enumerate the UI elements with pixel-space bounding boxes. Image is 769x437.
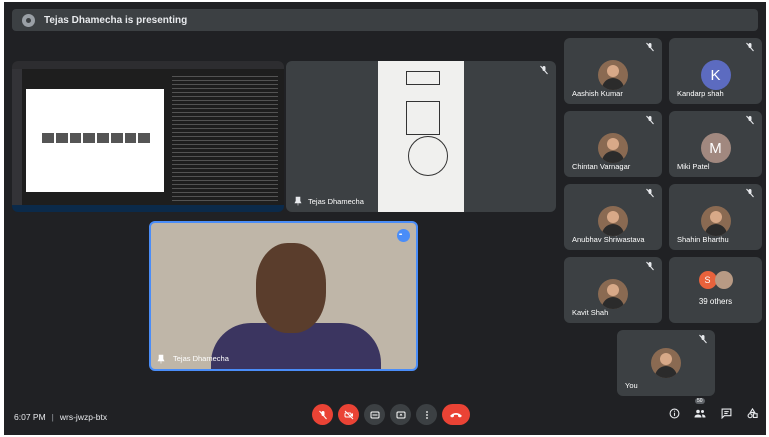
avatar xyxy=(598,60,628,90)
avatar: M xyxy=(700,133,731,163)
end-call-icon[interactable] xyxy=(442,404,470,425)
separator: | xyxy=(51,412,54,422)
mic-off-icon xyxy=(697,334,709,346)
video-off-icon[interactable] xyxy=(338,404,359,425)
presenter-name: Tejas Dhamecha xyxy=(308,197,364,206)
avatar: K xyxy=(700,60,731,90)
meeting-code[interactable]: wrs-jwzp-btx xyxy=(60,412,107,422)
mic-off-icon xyxy=(644,42,656,54)
info-icon[interactable] xyxy=(666,405,682,421)
side-controls: 50 xyxy=(666,398,760,421)
participant-tile[interactable]: Anubhav Shriwastava xyxy=(564,184,662,250)
meeting-details: 6:07 PM | wrs-jwzp-btx xyxy=(14,412,107,422)
mic-off-icon xyxy=(744,188,756,200)
mic-off-icon xyxy=(644,261,656,273)
others-count: 39 others xyxy=(698,297,733,306)
mic-off-icon xyxy=(644,188,656,200)
more-options-icon[interactable] xyxy=(397,229,410,242)
shared-screen-sidebar xyxy=(12,69,22,205)
mic-off-icon xyxy=(744,42,756,54)
avatar xyxy=(714,271,733,289)
others-avatars: S xyxy=(698,271,733,289)
shared-screen[interactable] xyxy=(12,61,284,212)
captions-icon[interactable] xyxy=(364,404,385,425)
present-icon[interactable] xyxy=(390,404,411,425)
activities-icon[interactable] xyxy=(744,405,760,421)
presenting-icon xyxy=(22,13,35,27)
presenter-camera-tile[interactable]: Tejas Dhamecha xyxy=(286,61,556,212)
presenting-text: Tejas Dhamecha is presenting xyxy=(44,14,188,26)
participant-tile[interactable]: Kavit Shah xyxy=(564,257,662,323)
avatar xyxy=(598,133,628,163)
pin-icon xyxy=(292,196,304,208)
shared-screen-taskbar xyxy=(12,205,284,212)
meet-window: Tejas Dhamecha is presenting Tejas Dhame… xyxy=(4,2,766,435)
self-tile[interactable]: You xyxy=(617,330,715,396)
mic-off-icon xyxy=(744,115,756,127)
avatar xyxy=(598,206,628,236)
handwritten-paper xyxy=(378,61,464,212)
shared-screen-terminal xyxy=(172,73,278,201)
others-tile[interactable]: S 39 others xyxy=(669,257,762,323)
digit-image-strip xyxy=(42,133,150,143)
participant-name: Kandarp shah xyxy=(677,89,724,98)
active-speaker-tile[interactable]: Tejas Dhamecha xyxy=(149,221,418,371)
shared-screen-toolbar xyxy=(12,61,284,69)
participant-name: Aashish Kumar xyxy=(572,89,623,98)
more-options-icon[interactable] xyxy=(416,404,437,425)
participant-name: Kavit Shah xyxy=(572,308,609,317)
mic-off-icon xyxy=(538,65,550,77)
pin-icon xyxy=(155,354,167,366)
participant-tile[interactable]: Aashish Kumar xyxy=(564,38,662,104)
mic-off-icon xyxy=(644,115,656,127)
participant-tile[interactable]: K Kandarp shah xyxy=(669,38,762,104)
speaker-face xyxy=(256,243,326,333)
self-name: You xyxy=(625,381,638,390)
chat-icon[interactable] xyxy=(718,405,734,421)
participant-tile[interactable]: Shahin Bharthu xyxy=(669,184,762,250)
participant-name: Shahin Bharthu xyxy=(677,235,729,244)
avatar xyxy=(598,279,628,309)
participant-name: Anubhav Shriwastava xyxy=(572,235,645,244)
bottom-bar: 6:07 PM | wrs-jwzp-btx 50 xyxy=(4,398,766,435)
mic-off-icon[interactable] xyxy=(312,404,333,425)
participant-tile[interactable]: M Miki Patel xyxy=(669,111,762,177)
participant-name: Miki Patel xyxy=(677,162,710,171)
participant-name: Chintan Varnagar xyxy=(572,162,631,171)
avatar xyxy=(700,206,731,236)
meeting-time: 6:07 PM xyxy=(14,412,46,422)
people-count-badge: 50 xyxy=(695,398,705,404)
avatar xyxy=(651,348,681,378)
people-icon[interactable]: 50 xyxy=(692,398,708,421)
speaker-name: Tejas Dhamecha xyxy=(173,354,229,363)
call-controls xyxy=(312,404,470,425)
participant-tile[interactable]: Chintan Varnagar xyxy=(564,111,662,177)
presenting-banner: Tejas Dhamecha is presenting xyxy=(12,9,758,31)
